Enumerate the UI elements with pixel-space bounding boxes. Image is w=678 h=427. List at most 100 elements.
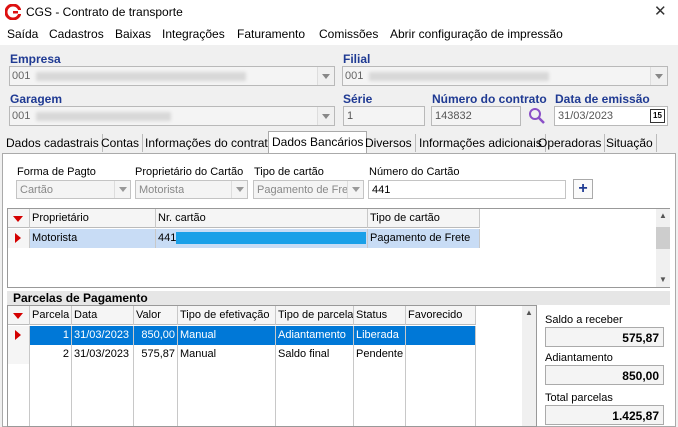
forma-pagto-combo[interactable]: Cartão [16,180,131,199]
chevron-down-icon[interactable] [317,67,334,85]
row-indicator [8,229,30,248]
tab-informacoes-adicionais[interactable]: Informações adicionais [416,134,546,152]
col-parcela[interactable]: Parcela [30,306,72,325]
col-valor[interactable]: Valor [134,306,178,325]
menu-integracoes[interactable]: Integrações [162,27,225,41]
menu-comissoes[interactable]: Comissões [319,27,378,41]
empresa-combo[interactable]: 001 [9,66,335,86]
tab-strip: Dados cadastrais Contas Informações do c… [0,131,678,153]
cell-nr-cartao: 441 [156,229,368,248]
cell-data: 31/03/2023 [72,326,134,345]
filial-label: Filial [343,52,371,66]
saldo-receber-label: Saldo a receber [545,314,623,326]
chevron-down-icon[interactable] [650,67,667,85]
cell-data: 31/03/2023 [72,345,134,364]
table-row[interactable]: 1 31/03/2023 850,00 Manual Adiantamento … [8,326,476,345]
menu-baixas[interactable]: Baixas [115,27,151,41]
total-parcelas-value: 1.425,87 [545,405,664,425]
adiantamento-value: 850,00 [545,365,664,385]
cell-tipo-parcela: Saldo final [276,345,354,364]
parcelas-grid-header: Parcela Data Valor Tipo de efetivação Ti… [8,306,408,325]
tipo-cartao-value: Pagamento de Fre [257,184,347,196]
tab-situacao[interactable]: Situação [603,134,657,152]
empresa-redacted [36,72,246,81]
window-title: CGS - Contrato de transporte [26,5,183,19]
col-tipo-cartao[interactable]: Tipo de cartão [368,209,480,228]
tipo-cartao-combo[interactable]: Pagamento de Fre [253,180,364,199]
chevron-down-icon[interactable] [347,181,363,198]
garagem-label: Garagem [10,92,63,106]
tab-diversos[interactable]: Diversos [362,134,416,152]
garagem-combo[interactable]: 001 [9,106,335,126]
numero-contrato-value: 143832 [435,110,472,122]
filial-combo[interactable]: 001 [342,66,668,86]
cell-efetivacao: Manual [178,326,276,345]
data-emissao-label: Data de emissão [555,92,650,106]
cell-status: Liberada [354,326,406,345]
current-row-icon [15,330,21,340]
col-favorecido[interactable]: Favorecido [406,306,476,325]
empresa-label: Empresa [10,52,61,66]
sort-marker-icon [13,216,23,222]
table-row[interactable]: 2 31/03/2023 575,87 Manual Saldo final P… [8,345,476,364]
chevron-down-icon[interactable] [114,181,130,198]
table-row[interactable]: Motorista 441 Pagamento de Frete [8,229,480,248]
scroll-thumb[interactable] [656,227,670,249]
menu-cadastros[interactable]: Cadastros [49,27,104,41]
menu-faturamento[interactable]: Faturamento [237,27,305,41]
scroll-up-icon[interactable]: ▲ [659,211,667,220]
tab-informacoes-contrato[interactable]: Informações do contrato [142,134,279,152]
menu-bar: Saída Cadastros Baixas Integrações Fatur… [0,24,678,45]
col-data[interactable]: Data [72,306,134,325]
cell-parcela: 2 [30,345,72,364]
current-row-icon [15,233,21,243]
col-proprietario[interactable]: Proprietário [30,209,156,228]
tab-dados-cadastrais[interactable]: Dados cadastrais [3,134,103,152]
calendar-icon[interactable]: 15 [650,109,665,123]
serie-label: Série [343,92,373,106]
total-parcelas-label: Total parcelas [545,392,613,404]
serie-field[interactable]: 1 [343,106,425,126]
tab-dados-bancarios[interactable]: Dados Bancários [268,131,368,153]
parcelas-scrollbar[interactable]: ▲ [522,306,536,426]
grid-menu-cell[interactable] [8,209,30,228]
filial-value: 001 [345,70,364,82]
proprietario-cartao-combo[interactable]: Motorista [135,180,248,199]
numero-contrato-field[interactable]: 143832 [431,106,521,126]
col-status[interactable]: Status [354,306,406,325]
col-tipo-efetivacao[interactable]: Tipo de efetivação [178,306,276,325]
chevron-down-icon[interactable] [231,181,247,198]
app-logo-icon [5,4,21,20]
garagem-value: 001 [12,110,31,122]
cell-valor: 850,00 [134,326,178,345]
chevron-down-icon[interactable] [317,107,334,125]
numero-cartao-field[interactable]: 441 [368,180,566,199]
scroll-up-icon[interactable]: ▲ [525,308,533,317]
menu-abrir-configuracao[interactable]: Abrir configuração de impressão [390,27,563,41]
cards-scrollbar[interactable]: ▲ ▼ [656,209,670,287]
cell-parcela: 1 [30,326,72,345]
numero-contrato-label: Número do contrato [432,92,547,106]
tab-operadoras[interactable]: Operadoras [535,134,606,152]
row-indicator [8,345,30,364]
close-icon[interactable]: ✕ [654,2,667,20]
search-icon[interactable] [528,107,546,125]
adiantamento-label: Adiantamento [545,352,613,364]
cell-favorecido [406,326,476,345]
data-emissao-field[interactable]: 31/03/2023 15 [554,106,668,126]
cards-grid-header: Proprietário Nr. cartão Tipo de cartão [8,209,480,228]
scroll-down-icon[interactable]: ▼ [659,275,667,284]
tab-contas[interactable]: Contas [98,134,144,152]
col-nr-cartao[interactable]: Nr. cartão [156,209,368,228]
saldo-receber-value: 575,87 [545,327,664,347]
parcelas-grid: Parcela Data Valor Tipo de efetivação Ti… [7,305,537,427]
grid-menu-cell[interactable] [8,306,30,325]
forma-pagto-label: Forma de Pagto [17,166,96,178]
cell-tipo-parcela: Adiantamento [276,326,354,345]
cell-proprietario: Motorista [30,229,156,248]
col-tipo-parcela[interactable]: Tipo de parcela [276,306,354,325]
add-card-button[interactable]: + [573,179,593,199]
cell-valor: 575,87 [134,345,178,364]
menu-saida[interactable]: Saída [7,27,38,41]
garagem-redacted [36,112,171,121]
